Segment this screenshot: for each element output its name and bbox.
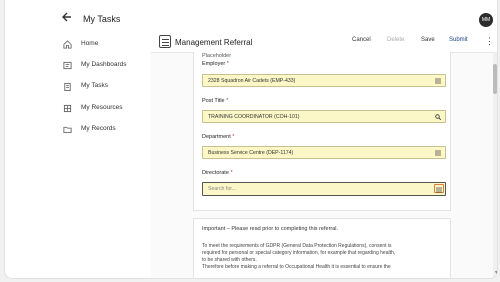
form-toolbar: Management Referral Cancel Delete Save S…	[151, 32, 497, 53]
search-icon[interactable]	[435, 114, 441, 120]
post-title-label: Post Title *	[202, 98, 229, 104]
save-button[interactable]: Save	[421, 37, 435, 43]
department-field[interactable]: Business Service Centre (DEP-1174)	[202, 146, 446, 159]
resources-icon	[63, 104, 72, 113]
sidebar-item-resources[interactable]: My Resources	[55, 102, 150, 116]
scroll-down-icon[interactable]: ▼	[494, 270, 497, 276]
cancel-button[interactable]: Cancel	[352, 37, 371, 43]
sidebar-item-label: My Resources	[81, 104, 123, 111]
arrow-left-icon[interactable]	[61, 11, 73, 23]
folder-icon	[63, 126, 72, 134]
sidebar-item-tasks[interactable]: My Tasks	[55, 80, 150, 94]
department-label: Department *	[202, 134, 235, 140]
sidebar-item-label: My Dashboards	[81, 61, 127, 68]
sidebar-item-dashboards[interactable]: My Dashboards	[55, 59, 150, 73]
submit-button[interactable]: Submit	[449, 37, 468, 43]
directorate-placeholder: Search for...	[208, 186, 236, 192]
post-title-value: TRAINING COORDINATOR (COH-101)	[208, 114, 300, 120]
sidebar-item-home[interactable]: Home	[55, 38, 150, 52]
form-card: Placeholder Employer * 2328 Squadron Air…	[193, 52, 451, 211]
main-panel: Management Referral Cancel Delete Save S…	[151, 32, 497, 278]
page-title: My Tasks	[83, 14, 121, 24]
home-icon	[63, 40, 72, 49]
notice-line: Therefore before making a referral to Oc…	[202, 264, 391, 270]
notice-line: required for personal or special categor…	[202, 250, 396, 256]
notice-line: to be shared with others.	[202, 257, 257, 263]
sidebar-item-label: My Tasks	[81, 82, 108, 89]
more-options-icon[interactable]: ⋮	[485, 37, 494, 46]
notice-card: Important – Please read prior to complet…	[193, 218, 451, 278]
list-icon[interactable]	[435, 150, 441, 156]
avatar[interactable]: MM	[479, 13, 493, 27]
post-title-field[interactable]: TRAINING COORDINATOR (COH-101)	[202, 110, 446, 123]
form-title: Management Referral	[175, 38, 253, 47]
employer-value: 2328 Squadron Air Cadets (EMP-433)	[208, 78, 296, 84]
directorate-label: Directorate *	[202, 170, 233, 176]
delete-button[interactable]: Delete	[387, 37, 404, 43]
sidebar-item-label: My Records	[81, 125, 116, 132]
clipboard-icon	[64, 82, 71, 91]
employer-field[interactable]: 2328 Squadron Air Cadets (EMP-433)	[202, 74, 446, 87]
list-icon[interactable]	[435, 78, 441, 84]
notice-line: To meet the requirements of GDPR (Genera…	[202, 243, 392, 249]
scrollbar-thumb[interactable]	[493, 64, 497, 94]
scrollbar[interactable]	[493, 52, 497, 278]
notice-heading: Important – Please read prior to complet…	[202, 226, 339, 232]
employer-label: Employer *	[202, 61, 229, 67]
app-window: My Tasks MM Home My Dashboards My Tasks …	[4, 0, 498, 279]
sidebar-item-label: Home	[81, 40, 99, 47]
directorate-field[interactable]: Search for...	[202, 182, 446, 196]
top-bar: My Tasks MM	[5, 0, 497, 32]
department-value: Business Service Centre (DEP-1174)	[208, 150, 294, 156]
dashboard-icon	[63, 61, 72, 70]
form-icon	[159, 35, 171, 48]
sidebar-item-records[interactable]: My Records	[55, 123, 150, 137]
placeholder-label: Placeholder	[202, 53, 232, 59]
list-icon[interactable]	[436, 187, 442, 193]
notice-body: To meet the requirements of GDPR (Genera…	[202, 243, 442, 271]
